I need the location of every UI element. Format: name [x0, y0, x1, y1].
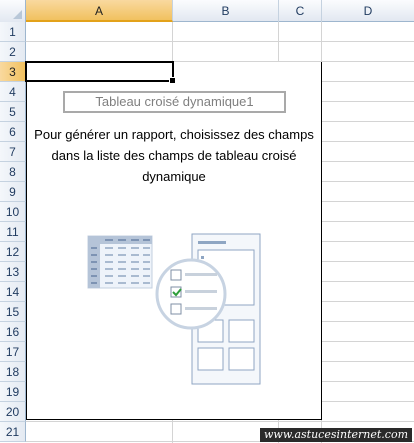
row-header-16[interactable]: 16	[0, 322, 26, 342]
row-header-21[interactable]: 21	[0, 422, 26, 442]
row-header-5[interactable]: 5	[0, 102, 26, 122]
row-header-4[interactable]: 4	[0, 82, 26, 102]
row-header-18[interactable]: 18	[0, 362, 26, 382]
pivot-field-list-icon	[87, 233, 261, 385]
row-header-6[interactable]: 6	[0, 122, 26, 142]
row-header-19[interactable]: 19	[0, 382, 26, 402]
watermark: www.astucesinternet.com	[260, 428, 412, 442]
row-header-7[interactable]: 7	[0, 142, 26, 162]
magnifier-checklist-icon	[155, 258, 227, 330]
column-header-a[interactable]: A	[26, 0, 173, 22]
row-header-15[interactable]: 15	[0, 302, 26, 322]
column-header-c[interactable]: C	[279, 0, 322, 22]
row-header-9[interactable]: 9	[0, 182, 26, 202]
pivot-table-placeholder[interactable]: Tableau croisé dynamique1 Pour générer u…	[26, 62, 322, 420]
column-header-bar: A B C D	[0, 0, 414, 22]
row-header-10[interactable]: 10	[0, 202, 26, 222]
row-header-14[interactable]: 14	[0, 282, 26, 302]
select-all-corner[interactable]	[0, 0, 26, 22]
gridline-row-1	[26, 41, 414, 42]
row-header-13[interactable]: 13	[0, 262, 26, 282]
row-header-8[interactable]: 8	[0, 162, 26, 182]
spreadsheet: A B C D 1 2 3 4 5 6 7 8 9 10 11 12 13 14 15 16 17 18 19 20 2…	[0, 0, 414, 443]
select-all-triangle-icon	[13, 10, 22, 19]
row-header-11[interactable]: 11	[0, 222, 26, 242]
column-header-d[interactable]: D	[322, 0, 414, 22]
row-header-3[interactable]: 3	[0, 62, 26, 82]
pivot-table-name: Tableau croisé dynamique1	[63, 91, 286, 113]
table-grid-icon	[87, 235, 153, 289]
row-header-1[interactable]: 1	[0, 22, 26, 42]
row-header-2[interactable]: 2	[0, 42, 26, 62]
gridline-row-20	[26, 421, 414, 422]
row-header-17[interactable]: 17	[0, 342, 26, 362]
column-header-b[interactable]: B	[173, 0, 279, 22]
row-header-12[interactable]: 12	[0, 242, 26, 262]
fill-handle[interactable]	[169, 77, 176, 84]
active-cell-a3[interactable]	[25, 61, 176, 84]
pivot-instructions: Pour générer un rapport, choisissez des …	[34, 127, 314, 184]
row-header-20[interactable]: 20	[0, 402, 26, 422]
